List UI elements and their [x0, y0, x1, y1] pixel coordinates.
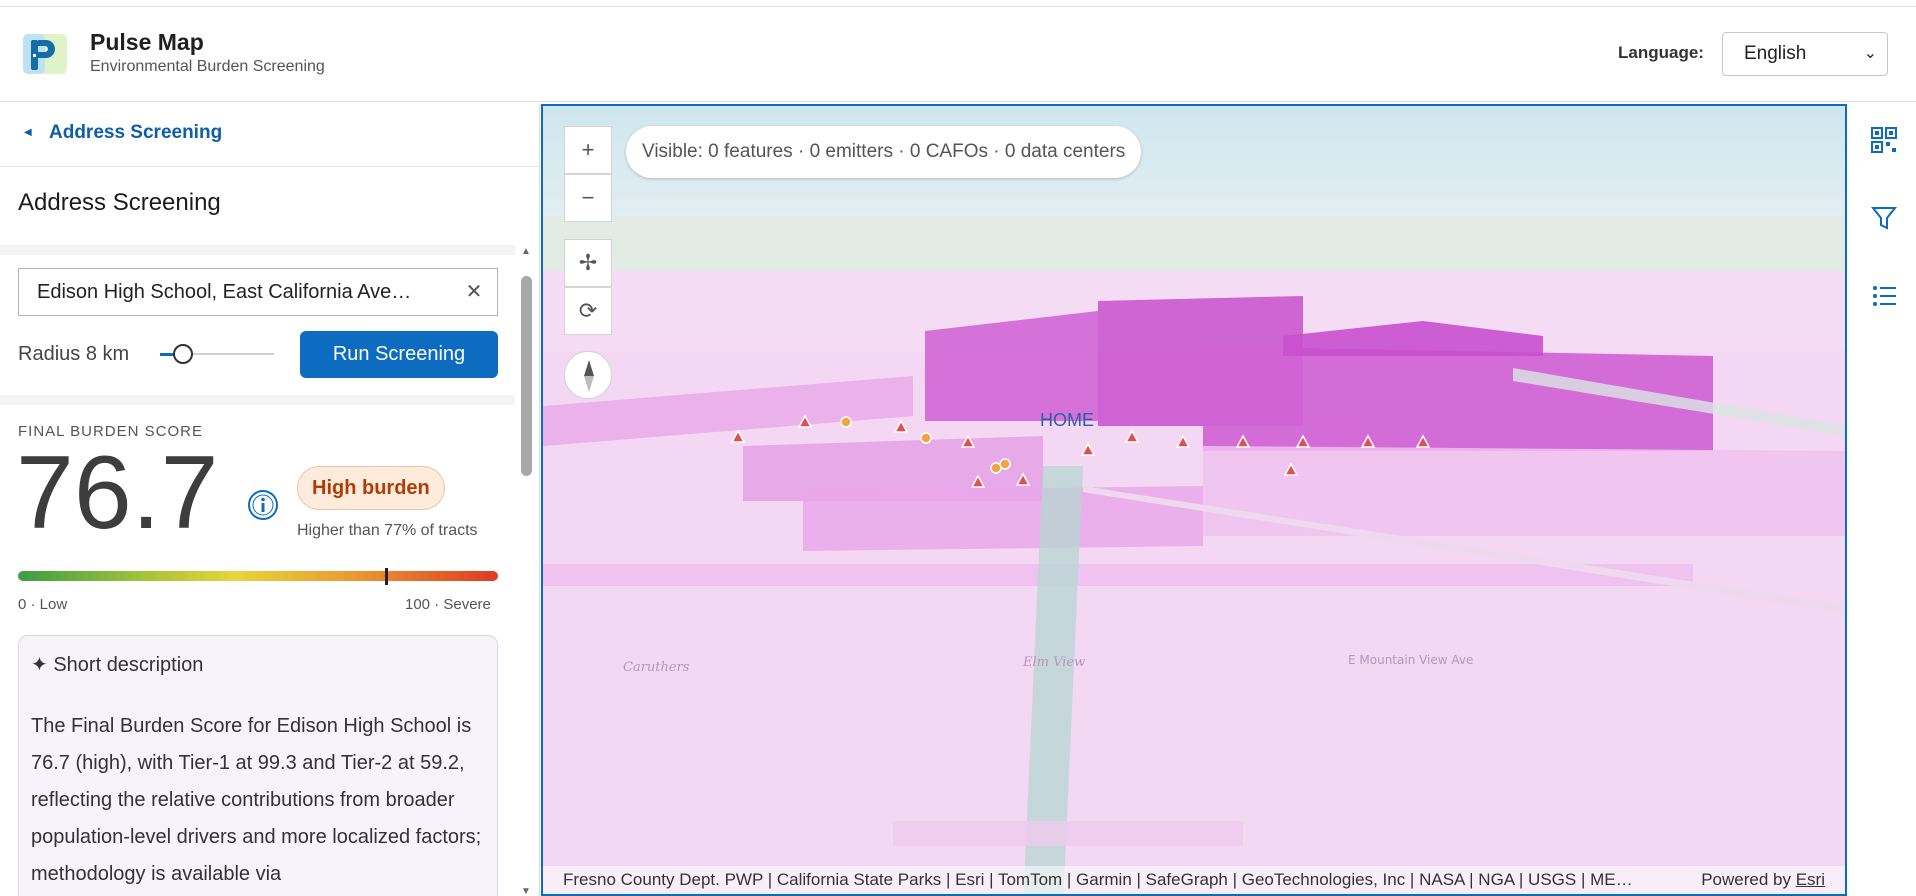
rotate-icon: ⟳ — [578, 298, 598, 323]
radius-label: Radius 8 km — [18, 343, 130, 365]
map-scene: Caruthers Elm View E Mountain View Ave — [543, 106, 1845, 894]
short-description-card: ✦ Short description The Final Burden Sco… — [18, 635, 498, 896]
list-icon[interactable] — [1870, 282, 1898, 310]
rotate-mode-button[interactable]: ⟳ — [564, 287, 612, 335]
chevron-down-icon: ⌄ — [1863, 45, 1877, 62]
burden-level-badge: High burden — [297, 466, 445, 510]
app-subtitle: Environmental Burden Screening — [90, 58, 325, 75]
breadcrumb[interactable]: ◀ Address Screening — [0, 103, 539, 167]
burden-score-scale — [18, 568, 498, 585]
address-search-value: Edison High School, East California Ave… — [37, 281, 412, 303]
filter-icon[interactable] — [1870, 204, 1898, 232]
pulse-map-logo-icon — [23, 34, 67, 74]
language-label: Language: — [1618, 43, 1704, 62]
final-burden-score: 76.7 — [16, 435, 219, 551]
short-description-body: The Final Burden Score for Edison High S… — [31, 715, 482, 885]
sparkle-icon: ✦ — [31, 654, 48, 676]
breadcrumb-address-screening[interactable]: Address Screening — [49, 122, 222, 144]
panel-title: Address Screening — [18, 189, 221, 216]
pan-mode-button[interactable]: ✢ — [564, 239, 612, 287]
map-attribution: Fresno County Dept. PWP | California Sta… — [543, 866, 1845, 894]
horizon-terrain — [543, 216, 1845, 276]
zoom-out-button[interactable]: − — [564, 174, 612, 222]
scroll-up-icon[interactable]: ▲ — [521, 246, 531, 257]
qr-grid-icon[interactable] — [1870, 126, 1898, 154]
zoom-in-button[interactable]: + — [564, 126, 612, 174]
section-divider — [0, 395, 515, 405]
app-title: Pulse Map — [90, 29, 204, 55]
info-icon[interactable] — [247, 489, 279, 521]
short-description-title: Short description — [53, 654, 204, 676]
place-label-caruthers: Caruthers — [623, 660, 690, 675]
attribution-text: Fresno County Dept. PWP | California Sta… — [563, 870, 1633, 889]
section-divider — [0, 245, 515, 255]
place-label-mountain-view: E Mountain View Ave — [1348, 653, 1473, 667]
address-search-input[interactable]: Edison High School, East California Ave…… — [18, 268, 498, 316]
language-select-value: English — [1744, 43, 1807, 64]
run-screening-button[interactable]: Run Screening — [300, 331, 498, 378]
map-view[interactable]: Caruthers Elm View E Mountain View Ave H… — [541, 104, 1847, 896]
scroll-down-icon[interactable]: ▼ — [521, 886, 531, 896]
scale-low-label: 0 · Low — [18, 596, 68, 613]
screening-sidebar: ◀ Address Screening Address Screening Ed… — [0, 103, 540, 896]
scale-high-label: 100 · Severe — [405, 596, 491, 613]
esri-link[interactable]: Esri — [1796, 870, 1825, 889]
score-marker — [385, 568, 389, 585]
burden-strip — [543, 564, 1693, 586]
compass-button[interactable] — [564, 351, 612, 399]
radius-slider-thumb[interactable] — [172, 344, 193, 364]
scrollbar-thumb[interactable] — [521, 276, 532, 476]
top-strip — [0, 0, 1916, 7]
sidebar-scrollbar[interactable]: ▲ ▼ — [518, 246, 536, 896]
collapse-triangle-icon: ◀ — [24, 127, 32, 138]
place-label-elm-view: Elm View — [1022, 655, 1085, 670]
map-tools-bar — [1848, 104, 1916, 896]
visible-features-summary: Visible: 0 features · 0 emitters · 0 CAF… — [626, 126, 1142, 178]
radius-slider[interactable] — [160, 344, 274, 364]
language-select[interactable]: English ⌄ — [1722, 32, 1888, 76]
compass-icon — [584, 360, 594, 392]
percentile-text: Higher than 77% of tracts — [297, 522, 478, 539]
clear-icon[interactable]: ✕ — [463, 281, 485, 303]
powered-by: Powered by Esri — [1701, 866, 1825, 894]
short-description-heading: ✦ Short description — [31, 652, 203, 677]
pan-icon: ✢ — [578, 250, 598, 275]
powered-by-label: Powered by — [1701, 870, 1791, 889]
home-marker-label: HOME — [1040, 410, 1094, 430]
burden-strip — [893, 821, 1243, 846]
app-header: Pulse Map Environmental Burden Screening… — [0, 7, 1916, 102]
